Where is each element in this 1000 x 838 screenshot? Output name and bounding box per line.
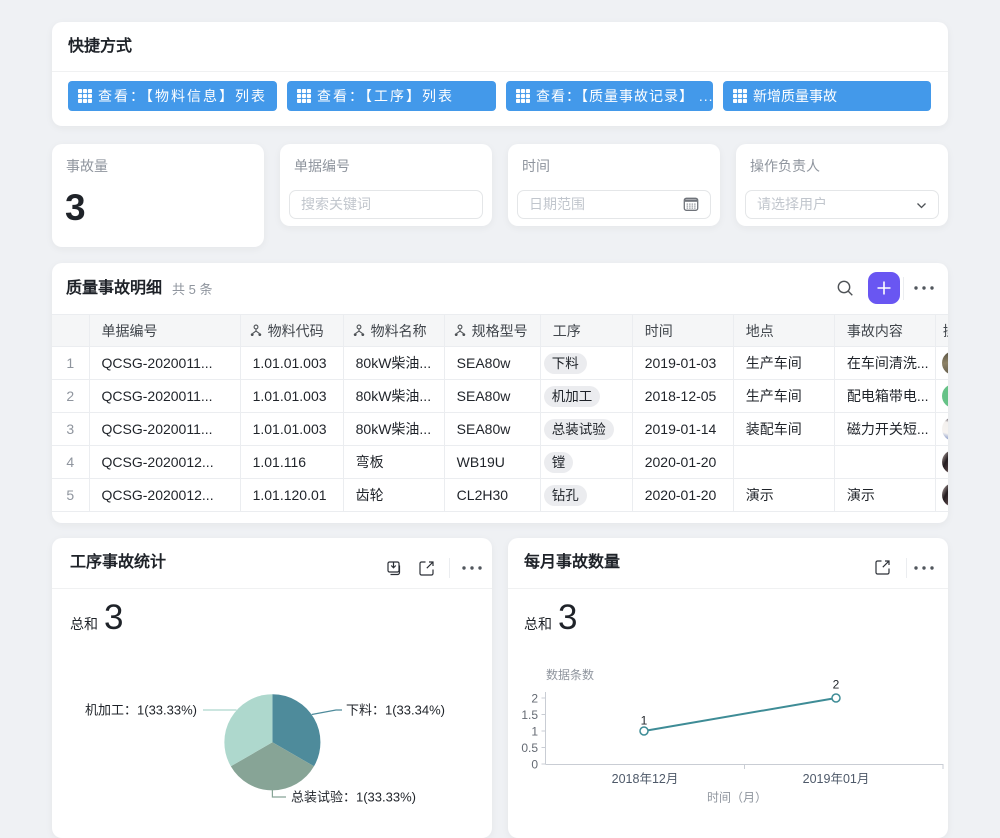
svg-text:0.5: 0.5	[521, 741, 538, 755]
svg-text:2: 2	[531, 692, 538, 706]
svg-text:总装试验：1(33.33%): 总装试验：1(33.33%)	[291, 790, 416, 805]
svg-text:1: 1	[641, 714, 648, 728]
svg-text:2019年01月: 2019年01月	[803, 772, 870, 786]
svg-text:1.5: 1.5	[521, 708, 538, 722]
svg-text:时间（月）: 时间（月）	[707, 791, 767, 805]
svg-text:0: 0	[531, 758, 538, 772]
svg-text:2: 2	[833, 678, 840, 692]
svg-text:数据条数: 数据条数	[546, 667, 594, 682]
svg-text:机加工：1(33.33%): 机加工：1(33.33%)	[85, 703, 197, 718]
svg-text:2018年12月: 2018年12月	[612, 772, 679, 786]
svg-text:1: 1	[531, 725, 538, 739]
svg-text:下料：1(33.34%): 下料：1(33.34%)	[346, 703, 445, 718]
